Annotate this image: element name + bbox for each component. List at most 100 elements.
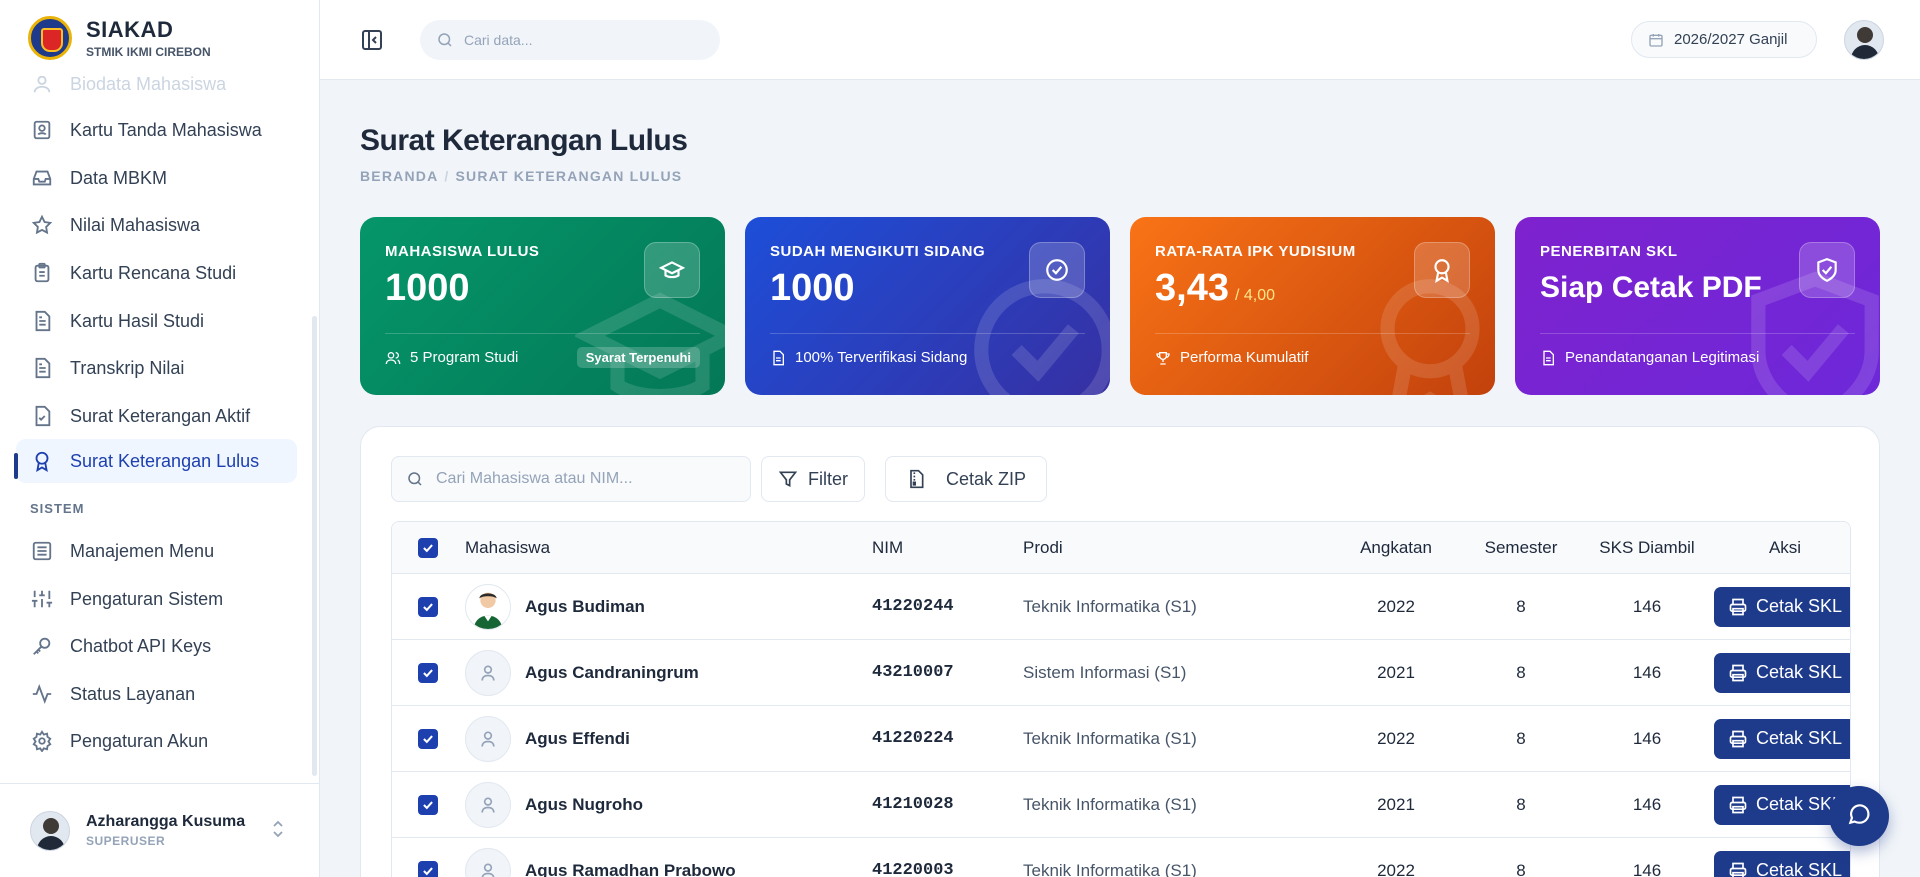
sliders-icon	[30, 587, 54, 611]
col-sks-diambil[interactable]: SKS Diambil	[1577, 522, 1717, 573]
sidebar-scrollbar[interactable]	[312, 316, 317, 776]
table-row[interactable]: Agus Ramadhan Prabowo 41220003 Teknik In…	[392, 838, 1850, 877]
status-badge: Syarat Terpenuhi	[576, 347, 700, 368]
table-row[interactable]: Agus Candraningrum 43210007 Sistem Infor…	[392, 640, 1850, 706]
student-name: Agus Budiman	[525, 596, 645, 616]
sidebar-item-surat-aktif[interactable]: Surat Keterangan Aktif	[16, 394, 297, 438]
student-sks: 146	[1632, 860, 1662, 877]
sidebar-item-label: Chatbot API Keys	[70, 635, 212, 656]
card-label: PENERBITAN SKL	[1540, 243, 1678, 260]
student-angkatan: 2021	[1377, 662, 1415, 682]
select-all-checkbox[interactable]	[418, 537, 438, 558]
sidebar-item-transkrip[interactable]: Transkrip Nilai	[16, 346, 297, 390]
student-prodi: Teknik Informatika (S1)	[1023, 728, 1197, 748]
cetak-skl-button[interactable]: Cetak SKL	[1714, 652, 1850, 693]
card-footer: 100% Terverifikasi Sidang	[795, 349, 968, 366]
period-selector[interactable]: 2026/2027 Ganjil	[1631, 21, 1817, 58]
col-prodi[interactable]: Prodi	[1023, 522, 1063, 573]
award-icon	[1414, 242, 1470, 298]
breadcrumb-home[interactable]: BERANDA	[360, 168, 438, 184]
profile-avatar[interactable]	[1844, 20, 1884, 60]
id-card-icon	[30, 118, 54, 142]
row-checkbox[interactable]	[418, 662, 438, 683]
student-name: Agus Effendi	[525, 728, 630, 748]
students-table: Mahasiswa NIM Prodi Angkatan Semester SK…	[391, 521, 1851, 877]
row-checkbox[interactable]	[418, 596, 438, 617]
sidebar-item-krs[interactable]: Kartu Rencana Studi	[16, 251, 297, 295]
col-semester[interactable]: Semester	[1461, 522, 1581, 573]
student-search[interactable]	[391, 456, 751, 502]
student-nim: 41220244	[872, 597, 954, 616]
cetak-skl-label: Cetak SKL	[1755, 860, 1843, 877]
sidebar-toggle-icon[interactable]	[360, 28, 384, 52]
brand[interactable]: SIAKAD STMIK IKMI CIREBON	[0, 0, 319, 76]
file-text-icon	[1540, 350, 1556, 366]
sidebar-item-data-mbkm[interactable]: Data MBKM	[16, 156, 297, 200]
file-check-icon	[30, 404, 54, 428]
ipk-value: 3,43	[1155, 267, 1229, 309]
student-nim: 41220224	[872, 729, 954, 748]
col-mahasiswa[interactable]: Mahasiswa	[465, 522, 550, 573]
student-name: Agus Nugroho	[525, 794, 644, 814]
calendar-icon	[1648, 32, 1664, 48]
sidebar-item-label: Pengaturan Sistem	[70, 588, 224, 609]
chevron-up-down-icon	[272, 820, 284, 838]
sidebar-item-label: Kartu Tanda Mahasiswa	[70, 119, 262, 140]
list-icon	[30, 539, 54, 563]
student-search-input[interactable]	[436, 470, 736, 488]
cetak-zip-button[interactable]: Cetak ZIP	[885, 456, 1048, 502]
student-sks: 146	[1632, 596, 1662, 616]
student-nim: 41220003	[872, 861, 954, 877]
row-checkbox[interactable]	[418, 860, 438, 877]
card-footer: Penandatanganan Legitimasi	[1565, 349, 1760, 366]
sidebar-item-pengaturan-akun[interactable]: Pengaturan Akun	[16, 719, 297, 763]
user-icon	[30, 76, 54, 96]
table-header: Mahasiswa NIM Prodi Angkatan Semester SK…	[392, 522, 1850, 574]
sidebar-item-kartu-tanda-mahasiswa[interactable]: Kartu Tanda Mahasiswa	[16, 108, 297, 152]
table-row[interactable]: Agus Nugroho 41210028 Teknik Informatika…	[392, 772, 1850, 838]
global-search[interactable]	[420, 20, 720, 60]
cetak-skl-button[interactable]: Cetak SKL	[1714, 586, 1850, 627]
sidebar-item-nilai-mahasiswa[interactable]: Nilai Mahasiswa	[16, 203, 297, 247]
col-aksi: Aksi	[1768, 537, 1802, 557]
sidebar-item-label: Biodata Mahasiswa	[70, 76, 227, 94]
sidebar-item-khs[interactable]: Kartu Hasil Studi	[16, 299, 297, 343]
row-checkbox[interactable]	[418, 794, 438, 815]
sidebar-item-biodata[interactable]: Biodata Mahasiswa	[16, 76, 297, 106]
trophy-icon	[1155, 350, 1171, 366]
table-row[interactable]: Agus Budiman 41220244 Teknik Informatika…	[392, 574, 1850, 640]
col-angkatan[interactable]: Angkatan	[1336, 522, 1456, 573]
sidebar-item-label: Surat Keterangan Aktif	[70, 405, 251, 426]
sidebar-item-label: Transkrip Nilai	[70, 357, 185, 378]
sidebar-item-chatbot-api-keys[interactable]: Chatbot API Keys	[16, 624, 297, 668]
sidebar-item-label: Pengaturan Akun	[70, 730, 209, 751]
global-search-input[interactable]	[464, 32, 704, 48]
row-checkbox[interactable]	[418, 728, 438, 749]
chat-button[interactable]	[1829, 786, 1889, 846]
cetak-skl-button[interactable]: Cetak SKL	[1714, 850, 1850, 877]
student-sks: 146	[1632, 662, 1662, 682]
student-prodi: Teknik Informatika (S1)	[1023, 794, 1197, 814]
col-nim[interactable]: NIM	[872, 522, 903, 573]
student-nim: 43210007	[872, 663, 954, 682]
table-row[interactable]: Agus Effendi 41220224 Teknik Informatika…	[392, 706, 1850, 772]
user-placeholder-icon	[465, 781, 511, 828]
sidebar-item-pengaturan-sistem[interactable]: Pengaturan Sistem	[16, 577, 297, 621]
users-icon	[385, 350, 401, 366]
filter-label: Filter	[808, 468, 848, 489]
user-placeholder-icon	[465, 715, 511, 762]
filter-button[interactable]: Filter	[761, 456, 865, 502]
user-menu[interactable]: Azharangga Kusuma SUPERUSER	[0, 783, 319, 877]
sidebar-item-manajemen-menu[interactable]: Manajemen Menu	[16, 529, 297, 573]
shield-check-icon	[1799, 242, 1855, 298]
user-placeholder-icon	[465, 847, 511, 877]
student-nim: 41210028	[872, 795, 954, 814]
sidebar-item-surat-lulus[interactable]: Surat Keterangan Lulus	[16, 439, 297, 483]
inbox-icon	[30, 166, 54, 190]
cetak-skl-button[interactable]: Cetak SKL	[1714, 718, 1850, 759]
printer-icon	[1728, 795, 1748, 815]
file-text-icon	[30, 356, 54, 380]
sidebar-item-status-layanan[interactable]: Status Layanan	[16, 672, 297, 716]
cetak-zip-label: Cetak ZIP	[946, 468, 1027, 489]
card-value: 3,43 / 4,00	[1155, 267, 1275, 310]
